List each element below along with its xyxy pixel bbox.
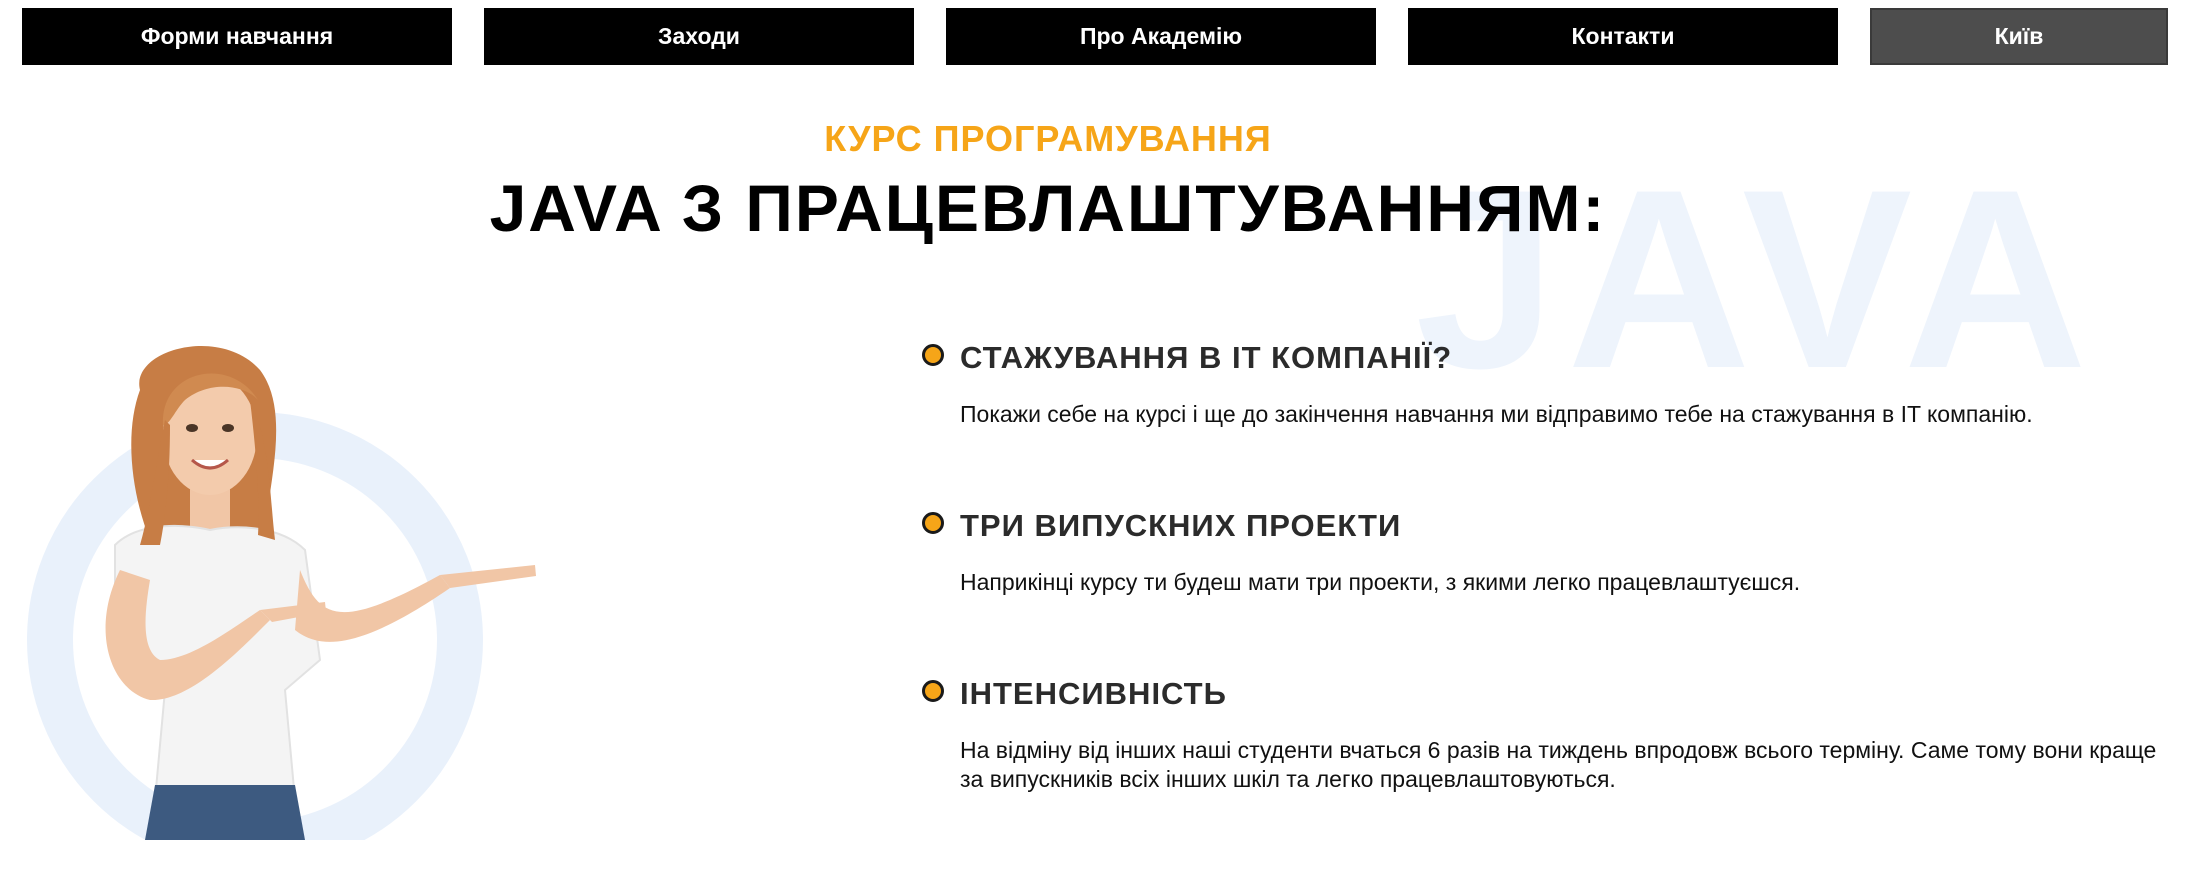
feature-description: Покажи себе на курсі і ще до закінчення … xyxy=(960,401,2033,427)
course-eyebrow: КУРС ПРОГРАМУВАННЯ xyxy=(824,118,1272,159)
feature-description: На відміну від інших наші студенти вчать… xyxy=(960,737,2157,792)
page-title: JAVA З ПРАЦЕВЛАШТУВАННЯМ: xyxy=(489,171,1607,245)
feature-title: СТАЖУВАННЯ В IT КОМПАНІЇ? xyxy=(960,340,1453,375)
nav-events[interactable]: Заходи xyxy=(484,8,914,65)
feature-description: Наприкінці курсу ти будеш мати три проек… xyxy=(960,569,1801,595)
nav-contacts[interactable]: Контакти xyxy=(1408,8,1838,65)
feature-title: ІНТЕНСИВНІСТЬ xyxy=(960,676,1227,711)
nav-forms-of-study[interactable]: Форми навчання xyxy=(22,8,452,65)
nav-city-selector[interactable]: Київ xyxy=(1870,8,2168,65)
student-illustration xyxy=(27,346,536,840)
bullet-icon xyxy=(922,680,944,702)
feature-title: ТРИ ВИПУСКНИХ ПРОЕКТИ xyxy=(960,508,1402,543)
bullet-icon xyxy=(922,344,944,366)
top-navigation: Форми навчання Заходи Про Академію Конта… xyxy=(0,0,2191,70)
nav-about-academy[interactable]: Про Академію xyxy=(946,8,1376,65)
bullet-icon xyxy=(922,512,944,534)
